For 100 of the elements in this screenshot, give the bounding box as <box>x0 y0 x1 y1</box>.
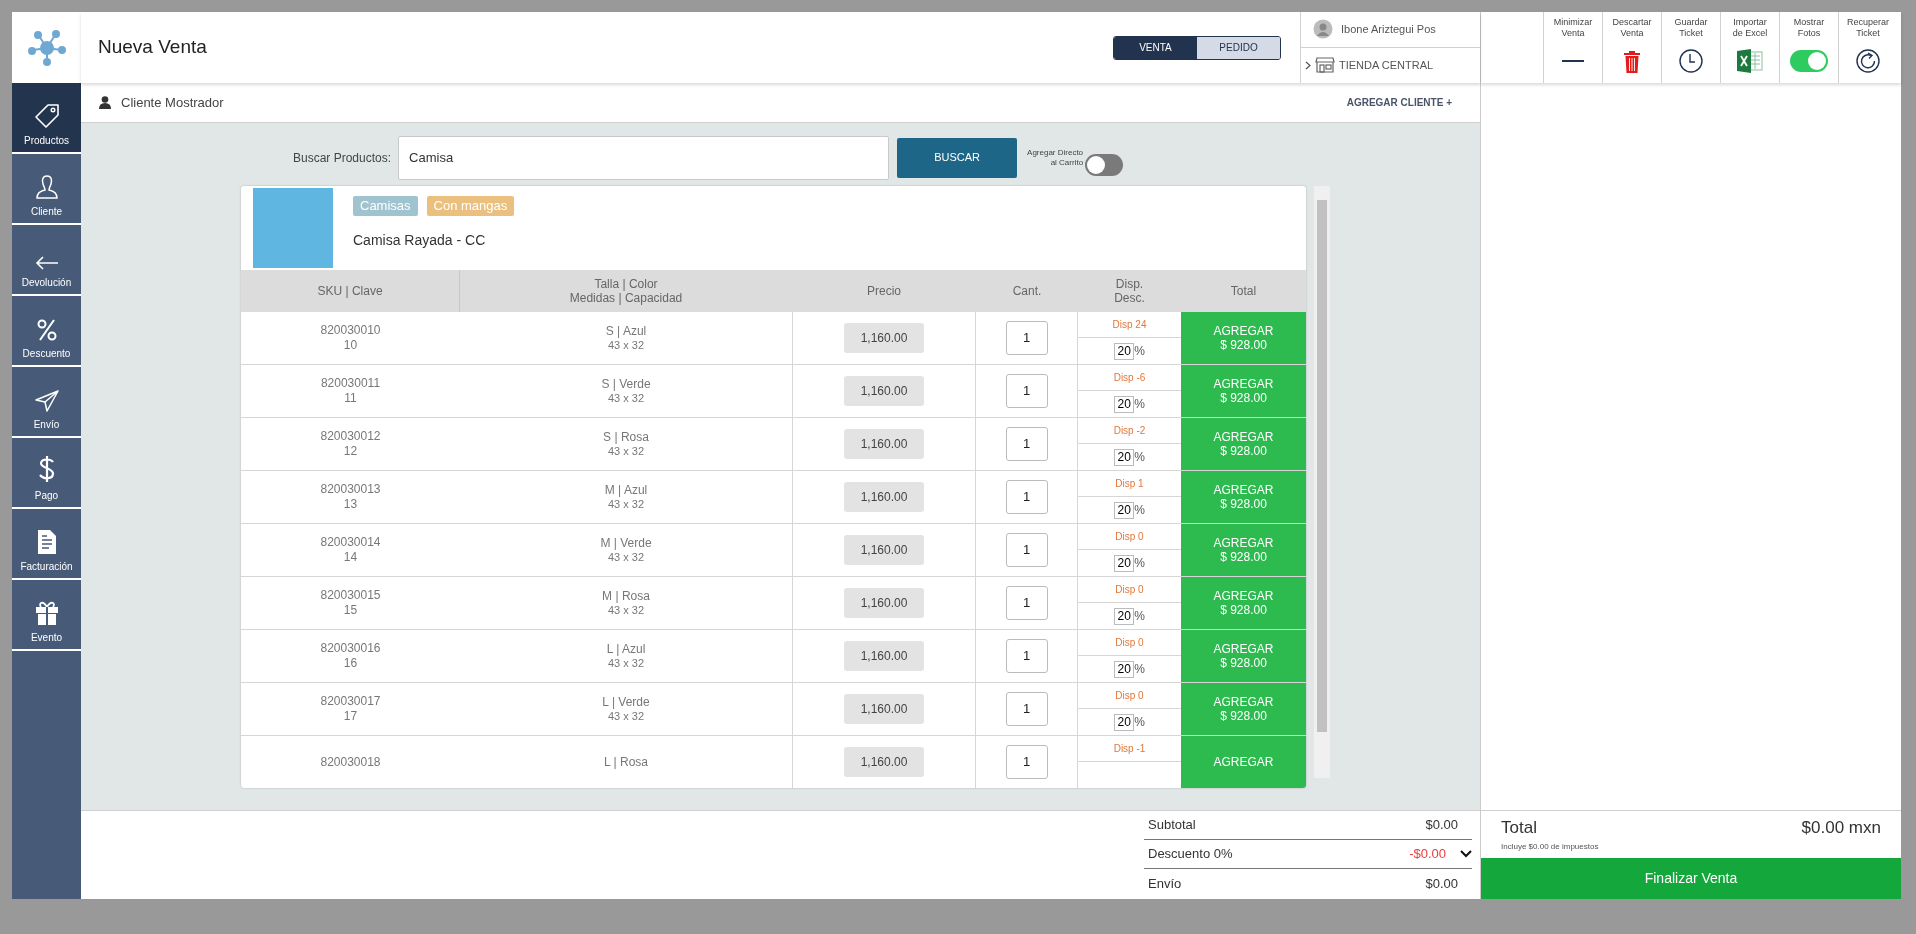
measure-text: 43 x 32 <box>607 497 645 511</box>
toolbar-button[interactable]: Mostrar Fotos <box>1790 17 1828 83</box>
column-header: SKU | Clave <box>241 270 460 312</box>
sidebar-item[interactable]: Productos <box>12 83 81 154</box>
chevron-right-icon[interactable] <box>1305 60 1311 70</box>
column-header: Precio <box>866 283 902 300</box>
discount-field[interactable]: 20 <box>1114 342 1135 360</box>
total-row-label: Subtotal <box>1148 816 1196 835</box>
discount-field[interactable]: 20 <box>1114 395 1135 413</box>
total-row-value: $0.00 <box>1425 816 1458 835</box>
variant-text: L | Azul <box>606 642 646 656</box>
measure-text: 43 x 32 <box>607 656 645 670</box>
percent-text: % <box>1134 502 1145 519</box>
percent-text: % <box>1134 555 1145 572</box>
measure-text: 43 x 32 <box>607 391 645 405</box>
gift-icon <box>34 600 59 626</box>
percent-text: % <box>1134 396 1145 413</box>
measure-text: 43 x 32 <box>607 444 645 458</box>
measure-text: 43 x 32 <box>607 550 645 564</box>
price-text: 1,160.00 <box>844 641 924 671</box>
variant-text: M | Rosa <box>602 589 650 603</box>
quantity-field[interactable]: 1 <box>1005 745 1048 779</box>
sku-text: 820030012 <box>320 429 381 444</box>
price-text: 1,160.00 <box>844 323 924 353</box>
add-client-button[interactable]: AGREGAR CLIENTE + <box>1346 95 1452 110</box>
clave-text: 15 <box>343 603 358 618</box>
clave-text: 13 <box>343 497 358 512</box>
category-tag: Con mangas <box>426 196 515 216</box>
toolbar-button[interactable]: Guardar Ticket <box>1674 17 1708 83</box>
percent-text: % <box>1134 714 1145 731</box>
quantity-field[interactable]: 1 <box>1005 321 1048 355</box>
total-row-label: Descuento 0% <box>1148 845 1233 864</box>
measure-text: 43 x 32 <box>607 603 645 617</box>
percent-text: % <box>1134 608 1145 625</box>
price-text: 1,160.00 <box>844 376 924 406</box>
spreadsheet-icon <box>1737 49 1763 73</box>
toolbar-button[interactable]: Recuperar Ticket <box>1847 17 1889 83</box>
price-text: 1,160.00 <box>844 429 924 459</box>
toolbar-button[interactable]: Minimizar Venta <box>1553 17 1593 83</box>
variant-text: S | Azul <box>605 324 647 338</box>
total-row-value: -$0.00 <box>1409 845 1446 864</box>
quantity-field[interactable]: 1 <box>1005 374 1048 408</box>
client-name: Cliente Mostrador <box>121 93 224 112</box>
chevron-down-icon[interactable] <box>1460 850 1472 858</box>
tax-note: Incluye $0.00 de impuestos <box>1501 840 1600 853</box>
user-name: Ibone Ariztegui Pos <box>1341 22 1436 37</box>
quantity-field[interactable]: 1 <box>1005 586 1048 620</box>
quantity-field[interactable]: 1 <box>1005 480 1048 514</box>
sku-text: 820030010 <box>320 323 381 338</box>
variant-text: M | Azul <box>604 483 648 497</box>
minimize-icon <box>1562 60 1584 62</box>
document-icon <box>36 529 57 555</box>
refresh-icon <box>1856 49 1880 73</box>
clave-text: 16 <box>343 656 358 671</box>
quantity-field[interactable]: 1 <box>1005 533 1048 567</box>
toolbar-button[interactable]: Importar de Excel <box>1732 17 1768 83</box>
mode-tab[interactable]: VENTA <box>1114 36 1197 59</box>
column-header: Talla | Color Medidas | Capacidad <box>568 276 684 307</box>
price-text: 1,160.00 <box>844 535 924 565</box>
price-text: 1,160.00 <box>844 694 924 724</box>
discount-field[interactable]: 20 <box>1114 554 1135 572</box>
discount-field[interactable]: 20 <box>1114 713 1135 731</box>
variant-text: L | Rosa <box>604 755 648 769</box>
sku-text: 820030016 <box>320 641 381 656</box>
quantity-field[interactable]: 1 <box>1005 427 1048 461</box>
toolbar-button[interactable]: Descartar Venta <box>1612 17 1652 83</box>
direct-add-toggle[interactable] <box>1085 153 1124 176</box>
quantity-field[interactable]: 1 <box>1005 639 1048 673</box>
price-text: 1,160.00 <box>844 588 924 618</box>
price-text: 1,160.00 <box>844 482 924 512</box>
percent-icon <box>35 318 58 342</box>
search-label: Buscar Productos: <box>293 149 392 167</box>
column-header: Disp. Desc. <box>1113 276 1146 307</box>
discount-field[interactable]: 20 <box>1114 660 1135 678</box>
store-name: TIENDA CENTRAL <box>1339 58 1434 73</box>
column-header: Total <box>1229 283 1258 300</box>
arrow-left-icon <box>33 255 60 271</box>
discount-field[interactable]: 20 <box>1114 448 1135 466</box>
scrollbar[interactable] <box>1314 186 1330 778</box>
direct-add-label: Agregar Directo al Carrito <box>1027 147 1084 168</box>
discount-field[interactable]: 20 <box>1114 501 1135 519</box>
store-icon <box>1315 57 1335 74</box>
variant-text: S | Rosa <box>603 430 649 444</box>
sku-text: 820030017 <box>320 694 381 709</box>
clave-text: 14 <box>343 550 358 565</box>
logo-icon <box>26 29 67 66</box>
search-button[interactable]: BUSCAR <box>897 137 1018 178</box>
discount-field[interactable]: 20 <box>1114 607 1135 625</box>
clave-text: 10 <box>343 338 358 353</box>
quantity-field[interactable]: 1 <box>1005 692 1048 726</box>
total-row-label: Envío <box>1148 874 1182 893</box>
dollar-icon <box>37 454 56 484</box>
photos-toggle[interactable] <box>1790 50 1828 72</box>
percent-text: % <box>1134 449 1145 466</box>
product-name: Camisa Rayada - CC <box>353 231 487 250</box>
column-header: Cant. <box>1011 283 1043 300</box>
mode-tab[interactable]: PEDIDO <box>1197 36 1280 59</box>
page-title: Nueva Venta <box>98 35 207 60</box>
search-field[interactable]: Camisa <box>398 135 890 180</box>
category-tag: Camisas <box>353 196 418 216</box>
